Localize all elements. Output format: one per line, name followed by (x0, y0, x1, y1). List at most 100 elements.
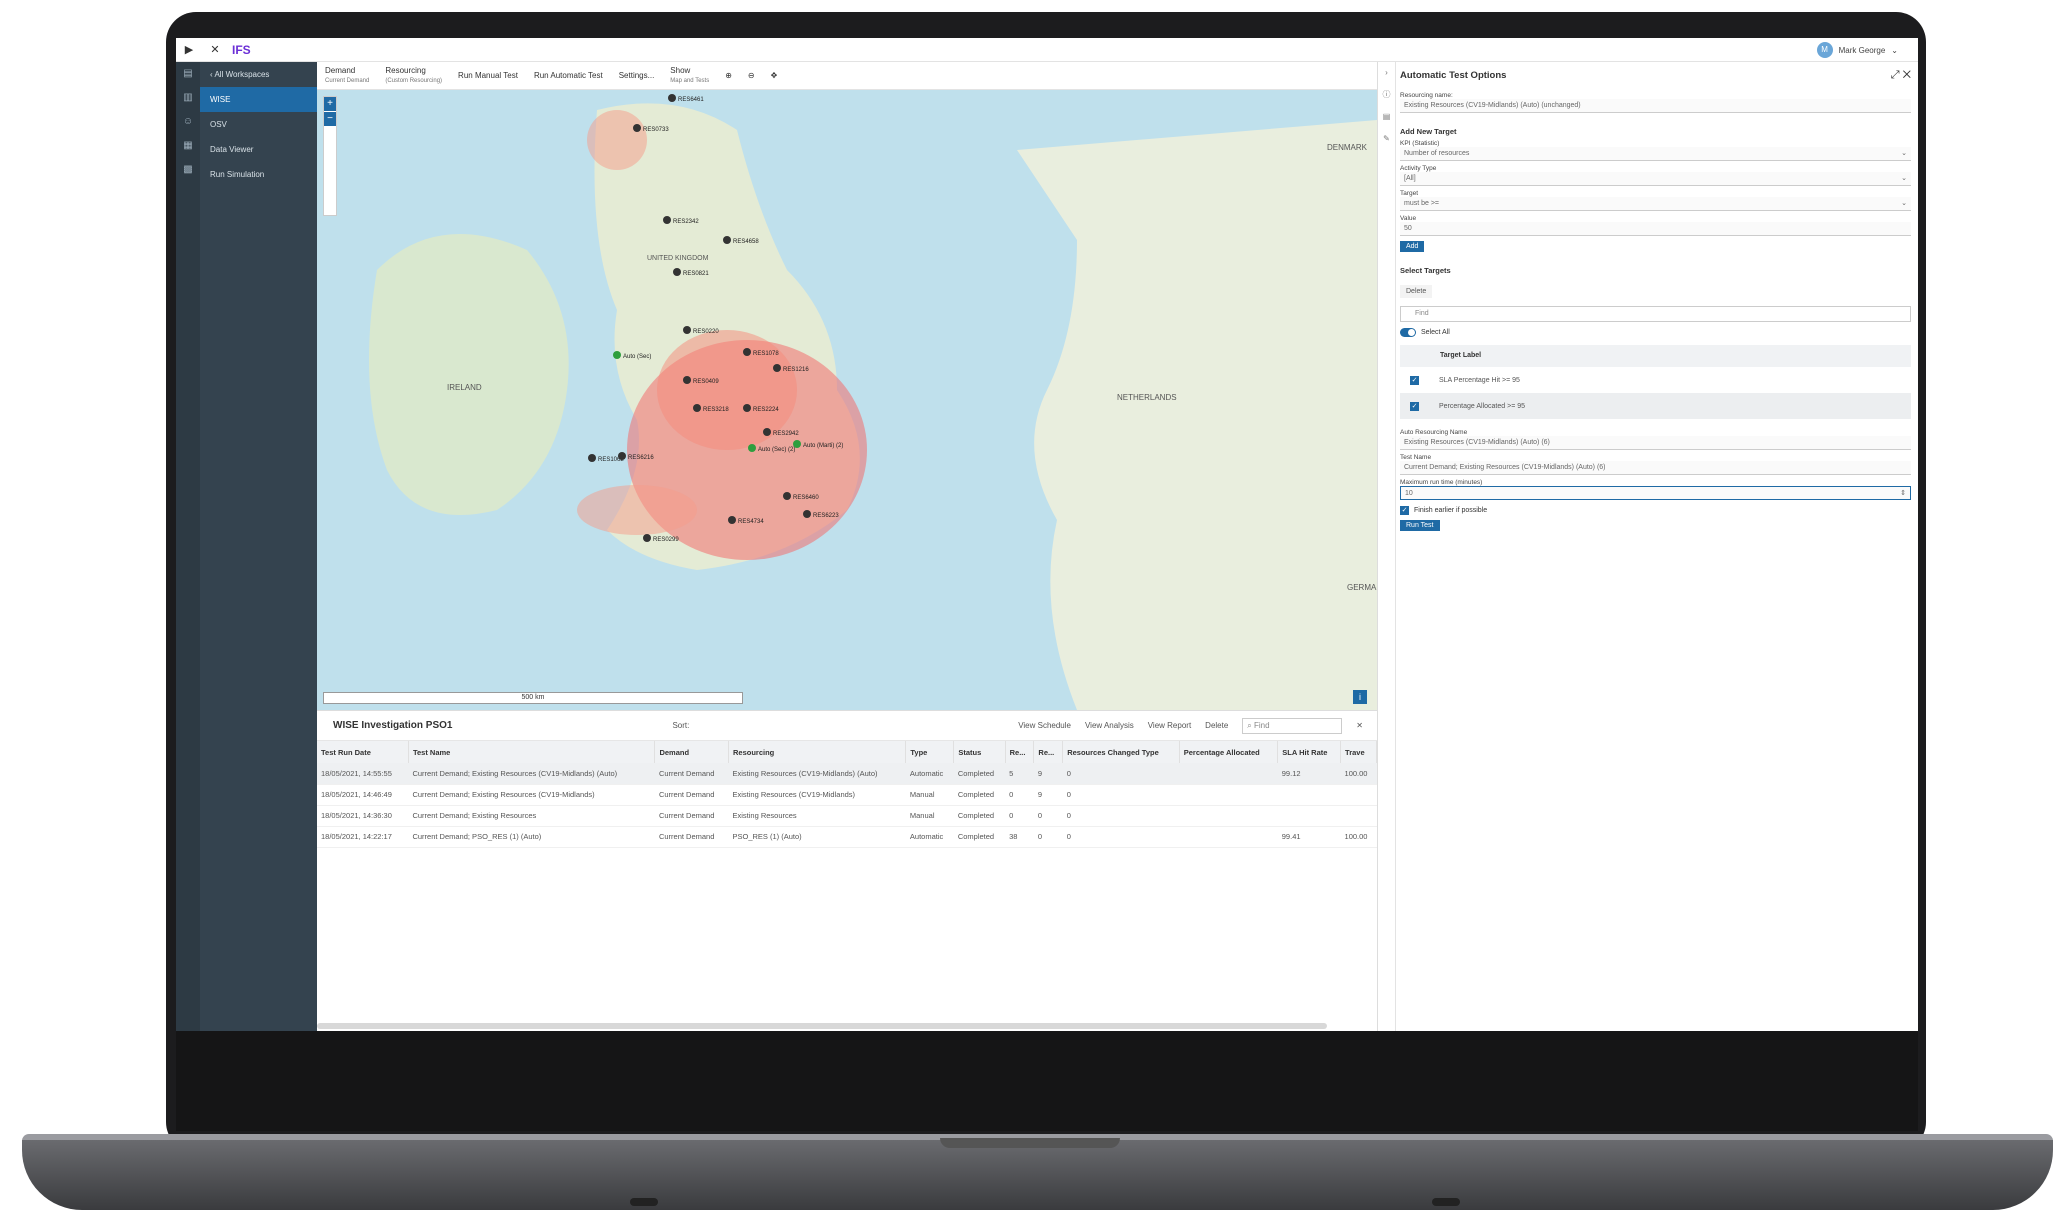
zoom-in-button[interactable]: + (324, 97, 336, 111)
value-input[interactable]: 50 (1400, 222, 1911, 236)
table-row[interactable]: 18/05/2021, 14:36:30 Current Demand; Exis… (317, 805, 1377, 827)
sidebar-item-data-viewer[interactable]: Data Viewer (200, 137, 317, 162)
clear-icon[interactable]: ✕ (1356, 721, 1363, 730)
run-test-button[interactable]: Run Test (1400, 520, 1440, 531)
sidebar-item-wise[interactable]: WISE (200, 87, 317, 112)
add-target-heading[interactable]: Add New Target (1400, 127, 1911, 136)
column-header[interactable]: Resources Changed Type (1062, 741, 1180, 763)
back-link[interactable]: ‹ All Workspaces (200, 62, 317, 87)
target-select[interactable]: must be >= ⌄ (1400, 197, 1911, 211)
map-marker-label: RES0733 (643, 127, 669, 133)
target-row[interactable]: ✓ Percentage Allocated >= 95 (1400, 393, 1911, 419)
column-header[interactable]: SLA Hit Rate (1277, 741, 1342, 763)
checkbox[interactable]: ✓ (1410, 375, 1419, 385)
show-menu[interactable]: Show Map and Tests (662, 66, 717, 86)
view-report-button[interactable]: View Report (1148, 721, 1191, 730)
column-header[interactable]: Type (905, 741, 955, 763)
max-run-time-input[interactable]: 10 ⇕ (1400, 486, 1911, 500)
map-marker[interactable] (763, 428, 771, 436)
user-icon[interactable]: ☺ (176, 110, 200, 134)
column-header[interactable]: Status (953, 741, 1006, 763)
expand-icon[interactable]: ▶ (176, 43, 202, 56)
select-all-toggle[interactable]: Select All (1400, 328, 1911, 337)
map-marker[interactable] (618, 452, 626, 460)
zoom-control[interactable]: + − (323, 96, 337, 216)
wrench-icon[interactable]: ✎ (1378, 128, 1395, 150)
horizontal-scrollbar[interactable] (317, 1023, 1327, 1029)
demand-menu[interactable]: Demand Current Demand (317, 66, 377, 86)
book-icon[interactable]: ▦ (176, 134, 200, 158)
zoom-out-icon[interactable]: ⊖ (740, 71, 763, 81)
settings-button[interactable]: Settings... (611, 71, 663, 81)
map-marker[interactable] (683, 326, 691, 334)
column-header[interactable]: Re... (1005, 741, 1035, 763)
table-row[interactable]: 18/05/2021, 14:46:49 Current Demand; Exis… (317, 784, 1377, 806)
table-row[interactable]: 18/05/2021, 14:22:17 Current Demand; PSO_… (317, 826, 1377, 848)
close-icon[interactable]: ⤢ ✕ (1891, 69, 1911, 82)
column-header[interactable]: Trave (1340, 741, 1377, 763)
map-marker[interactable] (793, 440, 801, 448)
info-icon[interactable]: ⓘ (1378, 84, 1395, 106)
sidebar-item-osv[interactable]: OSV (200, 112, 317, 137)
map-marker[interactable] (693, 404, 701, 412)
finish-earlier-checkbox[interactable]: ✓ Finish earlier if possible (1400, 506, 1911, 515)
map-marker[interactable] (743, 348, 751, 356)
auto-resourcing-name-field[interactable]: Existing Resources (CV19-Midlands) (Auto… (1400, 436, 1911, 450)
target-row[interactable]: ✓ SLA Percentage Hit >= 95 (1400, 367, 1911, 393)
crosshair-icon[interactable]: ✥ (763, 71, 786, 81)
delete-button[interactable]: Delete (1205, 721, 1228, 730)
find-input[interactable]: ⌕ Find (1242, 717, 1343, 734)
column-header[interactable]: Re... (1033, 741, 1064, 763)
map-marker[interactable] (728, 516, 736, 524)
map-marker[interactable] (773, 364, 781, 372)
column-header[interactable]: Test Name (408, 741, 656, 763)
sidebar-item-run-simulation[interactable]: Run Simulation (200, 162, 317, 187)
user-menu[interactable]: M Mark George ⌄ (1816, 42, 1898, 58)
map-marker[interactable] (668, 94, 676, 102)
map-marker[interactable] (643, 534, 651, 542)
resourcing-name-field[interactable]: Existing Resources (CV19-Midlands) (Auto… (1400, 99, 1911, 113)
column-header[interactable]: Percentage Allocated (1179, 741, 1279, 763)
add-button[interactable]: Add (1400, 241, 1425, 252)
close-icon[interactable]: ✕ (202, 43, 228, 56)
target-search-input[interactable]: Find (1400, 306, 1911, 322)
checkbox[interactable]: ✓ (1410, 401, 1419, 411)
target-label-header[interactable]: Target Label (1400, 345, 1911, 367)
column-header[interactable]: Demand (654, 741, 729, 763)
list-icon[interactable]: ▥ (176, 86, 200, 110)
map-marker[interactable] (783, 492, 791, 500)
map-marker[interactable] (663, 216, 671, 224)
column-header[interactable]: Test Run Date (317, 741, 409, 763)
test-name-field[interactable]: Current Demand; Existing Resources (CV19… (1400, 461, 1911, 475)
map-marker[interactable] (683, 376, 691, 384)
map-label-ireland: IRELAND (447, 383, 482, 392)
map-view[interactable]: UNITED KINGDOM IRELAND NETHERLANDS DENMA… (317, 90, 1377, 710)
kpi-select[interactable]: Number of resources ⌄ (1400, 147, 1911, 161)
map-marker-label: RES0299 (653, 537, 679, 543)
grid-icon[interactable]: ▩ (176, 158, 200, 182)
map-marker[interactable] (803, 510, 811, 518)
chevron-right-icon[interactable]: › (1378, 62, 1395, 84)
document-icon[interactable]: ▤ (176, 62, 200, 86)
map-marker[interactable] (743, 404, 751, 412)
map-marker[interactable] (723, 236, 731, 244)
table-row[interactable]: 18/05/2021, 14:55:55 Current Demand; Exis… (317, 763, 1377, 785)
column-header[interactable]: Resourcing (728, 741, 907, 763)
map-marker[interactable] (673, 268, 681, 276)
delete-target-button[interactable]: Delete (1400, 285, 1433, 298)
run-automatic-test-button[interactable]: Run Automatic Test (526, 71, 611, 81)
info-icon[interactable]: i (1353, 690, 1367, 704)
zoom-out-button[interactable]: − (324, 112, 336, 126)
view-schedule-button[interactable]: View Schedule (1018, 721, 1071, 730)
view-analysis-button[interactable]: View Analysis (1085, 721, 1134, 730)
map-marker[interactable] (633, 124, 641, 132)
zoom-in-icon[interactable]: ⊕ (717, 71, 740, 81)
resourcing-menu[interactable]: Resourcing (Custom Resourcing) (377, 66, 450, 86)
run-manual-test-button[interactable]: Run Manual Test (450, 71, 526, 81)
map-marker[interactable] (748, 444, 756, 452)
sort-label[interactable]: Sort: (672, 721, 689, 730)
layers-icon[interactable]: ▤ (1378, 106, 1395, 128)
activity-type-select[interactable]: [All] ⌄ (1400, 172, 1911, 186)
map-marker[interactable] (588, 454, 596, 462)
map-marker[interactable] (613, 351, 621, 359)
